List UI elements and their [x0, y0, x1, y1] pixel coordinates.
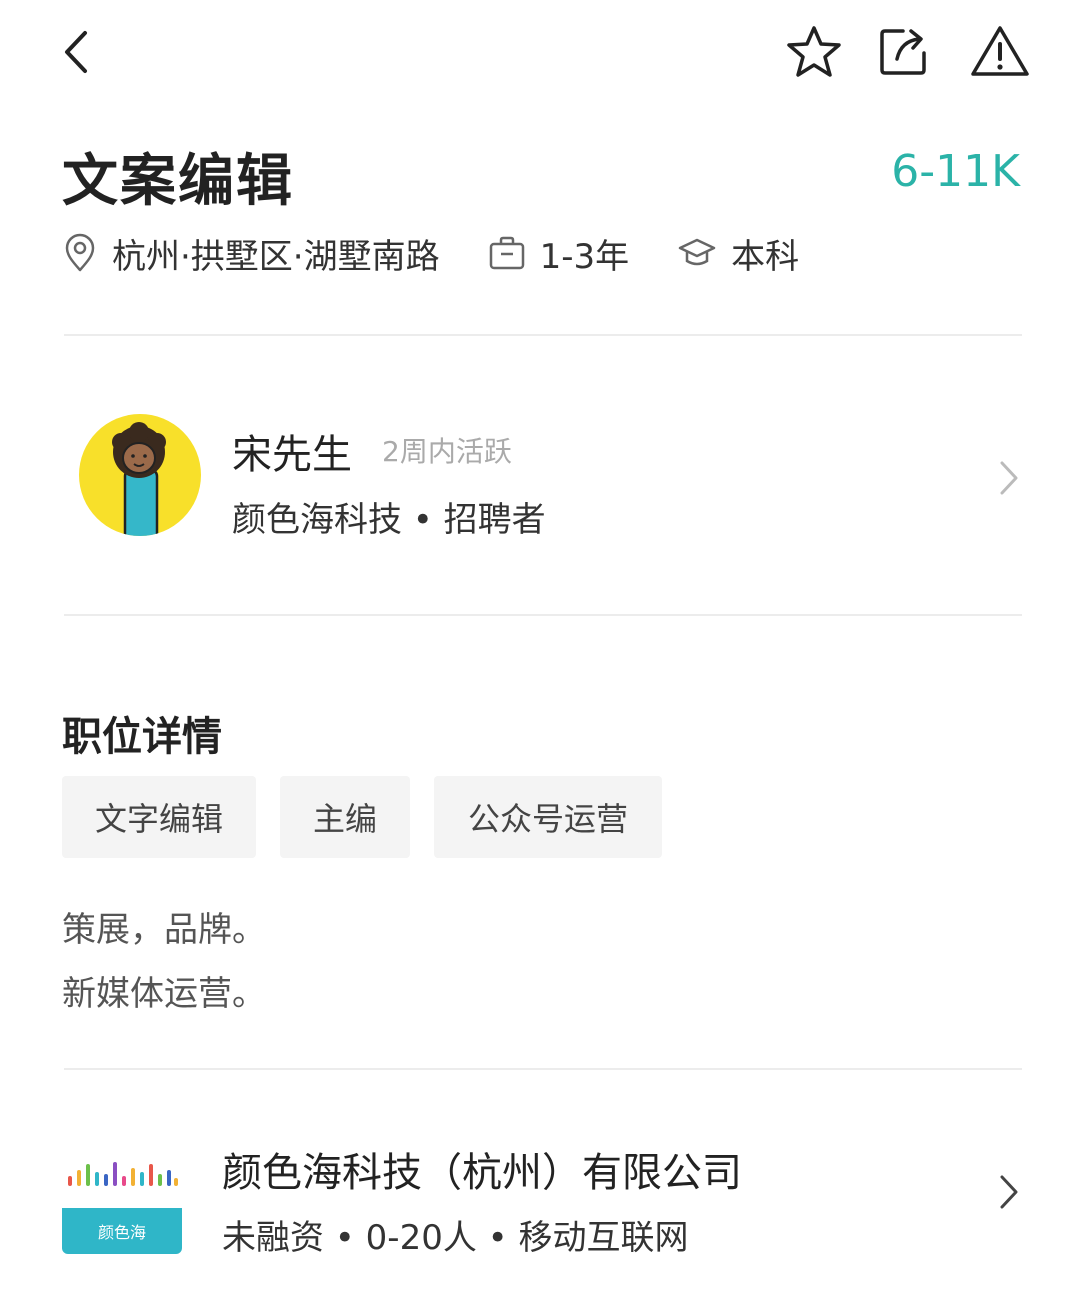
skill-tag: 主编 [280, 776, 410, 858]
person-avatar-icon [112, 422, 166, 536]
job-description: 策展，品牌。 新媒体运营。 [62, 898, 266, 1026]
graduation-cap-icon [678, 238, 716, 266]
back-button[interactable] [52, 24, 100, 80]
recruiter-card[interactable]: 宋先生 2周内活跃 颜色海科技 • 招聘者 [62, 400, 1022, 550]
avatar [79, 414, 201, 536]
experience-item: 1-3年 [488, 229, 630, 278]
chevron-right-icon [1000, 1175, 1018, 1209]
job-title: 文案编辑 [62, 149, 294, 214]
location-item: 杭州·拱墅区·湖墅南路 [62, 229, 440, 278]
recruiter-subtitle: 颜色海科技 • 招聘者 [232, 500, 546, 540]
report-button[interactable] [966, 20, 1034, 82]
briefcase-icon [489, 236, 524, 270]
education-text: 本科 [731, 236, 800, 277]
recruiter-active-status: 2周内活跃 [382, 435, 512, 468]
company-info: 未融资 • 0-20人 • 移动互联网 [222, 1218, 689, 1258]
skill-tag: 文字编辑 [62, 776, 256, 858]
top-bar [0, 0, 1080, 110]
education-item: 本科 [677, 229, 799, 278]
star-icon [787, 26, 841, 77]
location-pin-icon [65, 233, 95, 272]
company-logo: 颜色海 [62, 1134, 182, 1254]
chevron-left-icon [65, 31, 87, 73]
company-card[interactable]: 颜色海 颜色海科技（杭州）有限公司 未融资 • 0-20人 • 移动互联网 [62, 1134, 1022, 1264]
skill-tag: 公众号运营 [434, 776, 662, 858]
chevron-right-icon [1000, 461, 1018, 495]
experience-text: 1-3年 [539, 236, 630, 277]
divider [64, 614, 1022, 616]
share-icon [880, 29, 926, 75]
favorite-button[interactable] [782, 22, 846, 82]
section-title-job-details: 职位详情 [62, 714, 222, 760]
company-name: 颜色海科技（杭州）有限公司 [222, 1150, 742, 1196]
warning-triangle-icon [971, 26, 1029, 76]
divider [64, 334, 1022, 336]
company-logo-bars-icon [68, 1162, 178, 1186]
job-meta-row: 杭州·拱墅区·湖墅南路 1-3年 本科 [62, 226, 847, 280]
description-line: 策展，品牌。 [62, 910, 266, 950]
divider [64, 1068, 1022, 1070]
share-button[interactable] [872, 22, 936, 82]
description-line: 新媒体运营。 [62, 974, 266, 1014]
recruiter-name: 宋先生 [232, 432, 352, 478]
salary-range: 6-11K [891, 146, 1020, 197]
company-logo-text: 颜色海 [62, 1208, 182, 1254]
location-text: 杭州·拱墅区·湖墅南路 [112, 236, 440, 277]
skill-tags: 文字编辑 主编 公众号运营 [62, 776, 686, 858]
